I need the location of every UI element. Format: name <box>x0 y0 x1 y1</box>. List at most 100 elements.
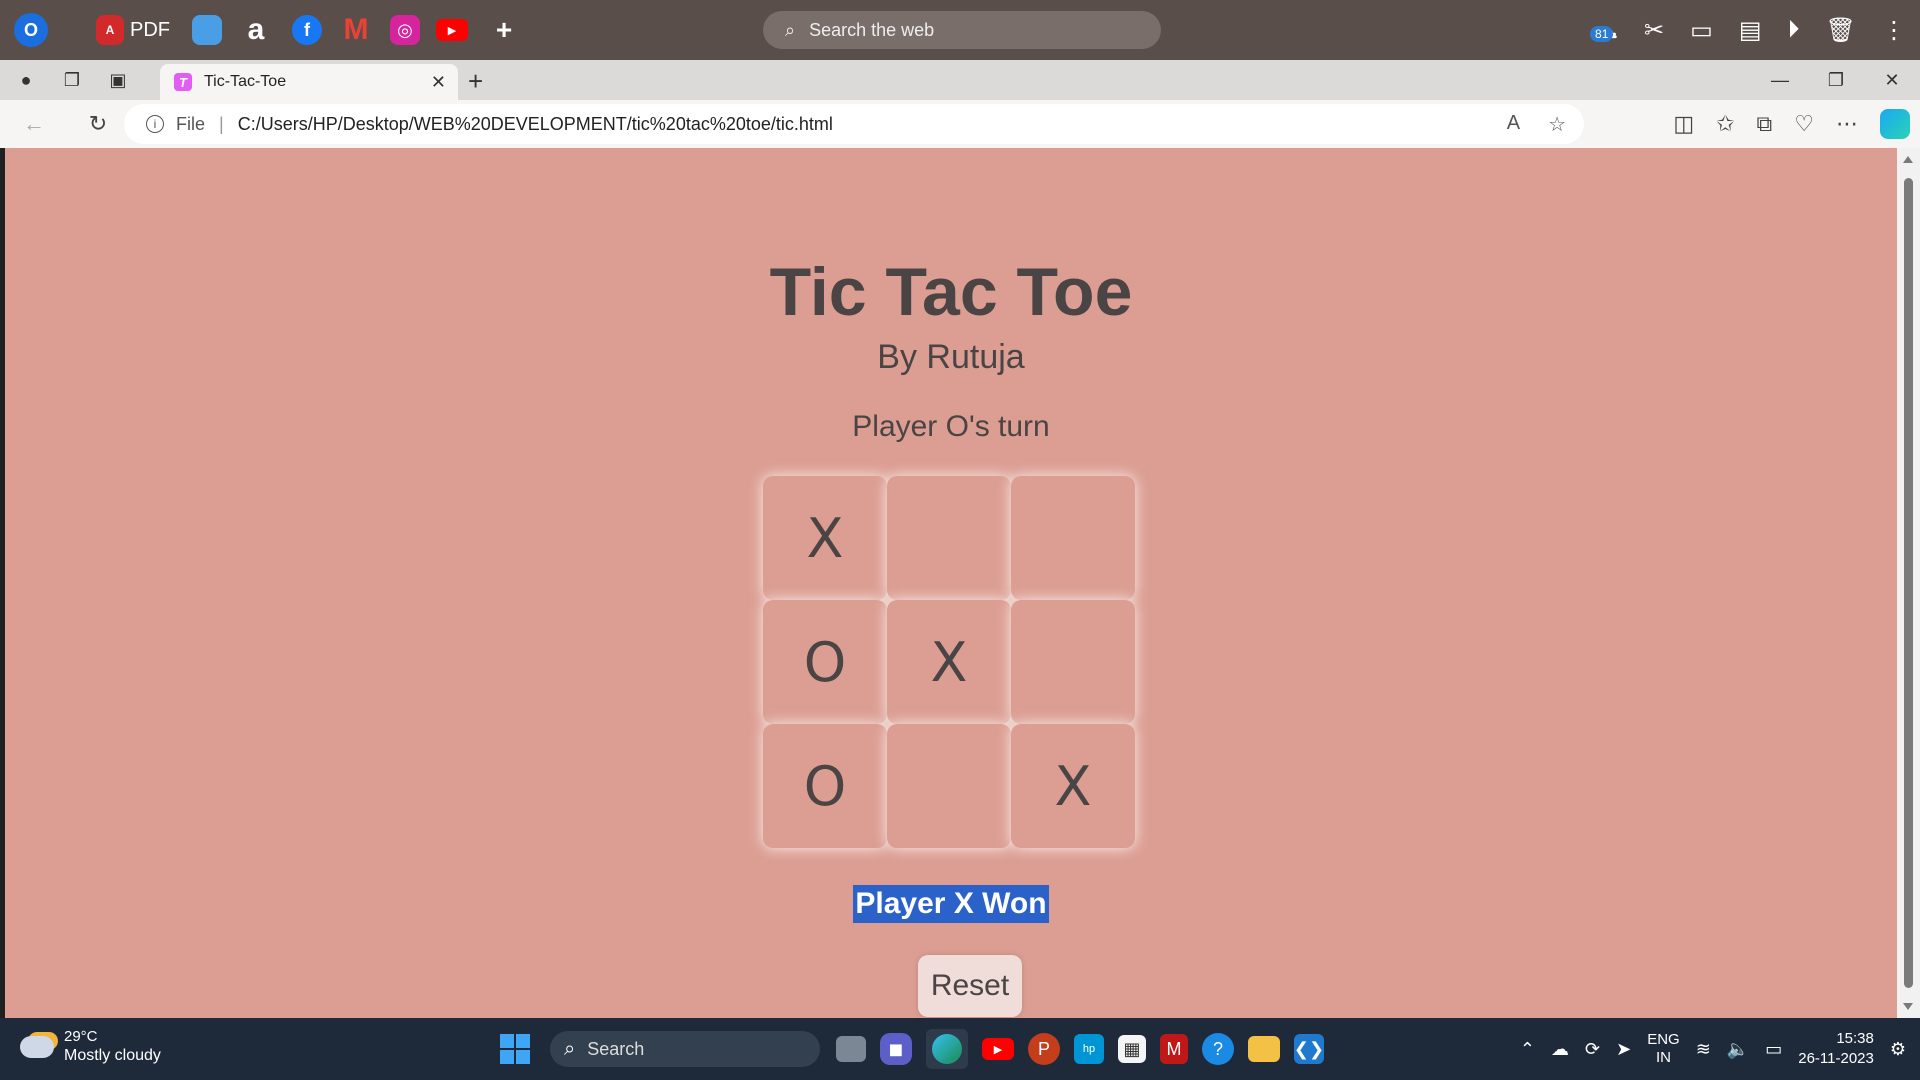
scroll-thumb[interactable] <box>1904 178 1913 988</box>
sync-icon[interactable]: ⟳ <box>1585 1039 1600 1060</box>
pdf-label[interactable]: PDF <box>130 19 170 42</box>
refresh-icon[interactable]: ↻ <box>78 104 118 144</box>
appbar-actions: ☁81 ✂ ▭ ▤ ⏵ 🗑 ⋮ <box>1590 0 1906 60</box>
microsoft-store-icon[interactable]: ▦ <box>1118 1035 1146 1063</box>
facebook-icon[interactable]: f <box>292 15 322 45</box>
turn-indicator: Player O's turn <box>852 410 1050 443</box>
pdf-icon[interactable]: A <box>96 15 124 45</box>
gmail-icon[interactable]: M <box>336 10 376 50</box>
weather-widget[interactable]: 29°C Mostly cloudy <box>20 1028 161 1066</box>
collections-add-icon[interactable]: ⧉ <box>1757 111 1773 137</box>
region-code: IN <box>1655 1049 1671 1066</box>
taskbar-search[interactable]: ⌕ Search <box>550 1031 820 1067</box>
board-cell-7[interactable]: O <box>763 724 887 848</box>
file-explorer-icon[interactable] <box>1248 1036 1280 1062</box>
favicon-icon: T <box>174 73 192 91</box>
system-tray: ⌃ ☁ ⟳ ➤ ENG IN ≋ 🔈 ▭ 15:38 26-11-2023 ⚙ <box>1520 1018 1906 1080</box>
close-window-icon[interactable]: ✕ <box>1864 60 1920 100</box>
powerpoint-icon[interactable]: P <box>1028 1033 1060 1065</box>
restore-icon[interactable]: ❐ <box>1808 60 1864 100</box>
notifications-icon[interactable]: ⚙ <box>1890 1039 1906 1060</box>
play-icon[interactable]: ⏵ <box>1788 16 1800 44</box>
url-separator: | <box>219 113 224 134</box>
cortana-icon[interactable]: O <box>14 13 48 47</box>
board-cell-5[interactable]: X <box>887 600 1011 724</box>
help-icon[interactable]: ? <box>1202 1033 1234 1065</box>
language-indicator[interactable]: ENG IN <box>1647 1031 1680 1067</box>
reset-button[interactable]: Reset <box>918 955 1022 1017</box>
board-cell-4[interactable]: O <box>763 600 887 724</box>
more-icon[interactable]: ⋮ <box>1882 16 1906 45</box>
clock[interactable]: 15:38 26-11-2023 <box>1798 1029 1874 1069</box>
page-viewport: Tic Tac Toe By Rutuja Player O's turn X … <box>5 148 1897 1018</box>
notification-badge: 81 <box>1590 25 1614 42</box>
web-search-placeholder: Search the web <box>809 19 935 40</box>
url-text[interactable]: C:/Users/HP/Desktop/WEB%20DEVELOPMENT/ti… <box>238 114 833 135</box>
widgets-icon[interactable] <box>192 15 222 45</box>
collections-icon[interactable]: ❐ <box>52 60 92 100</box>
board-cell-3[interactable] <box>1011 476 1135 600</box>
scroll-up-icon[interactable] <box>1903 156 1913 163</box>
instagram-icon[interactable]: ◎ <box>390 15 420 45</box>
onedrive-icon[interactable]: ☁ <box>1551 1039 1569 1060</box>
board-cell-8[interactable] <box>887 724 1011 848</box>
profile-icon[interactable]: ● <box>6 60 46 100</box>
scissors-icon[interactable]: ✂ <box>1644 16 1664 45</box>
vertical-scrollbar[interactable] <box>1897 148 1920 1018</box>
taskbar: 29°C Mostly cloudy ⌕ Search ◼ ▶ P hp ▦ M… <box>0 1018 1920 1080</box>
info-icon[interactable]: i <box>146 115 164 133</box>
tab-actions-icon[interactable]: ▣ <box>98 60 138 100</box>
game-board: X O X O X <box>763 476 1138 851</box>
volume-icon[interactable]: 🔈 <box>1727 1039 1749 1060</box>
video-camera-icon[interactable]: ▭ <box>1690 16 1713 45</box>
teams-chat-icon[interactable]: ◼ <box>880 1033 912 1065</box>
cloud-icon[interactable]: ☁81 <box>1590 16 1618 45</box>
back-icon[interactable]: ← <box>14 104 54 144</box>
clipboard-icon[interactable]: ▤ <box>1739 16 1762 45</box>
tab-tic-tac-toe[interactable]: T Tic-Tac-Toe ✕ <box>160 64 458 100</box>
mcafee-icon[interactable]: M <box>1160 1034 1188 1064</box>
start-icon[interactable] <box>500 1034 530 1064</box>
game-title: Tic Tac Toe <box>769 254 1133 330</box>
close-tab-icon[interactable]: ✕ <box>431 72 446 93</box>
game-subtitle: By Rutuja <box>877 338 1025 376</box>
weather-temperature: 29°C <box>64 1028 98 1045</box>
url-scheme-label: File <box>176 113 206 134</box>
minimize-icon[interactable]: — <box>1752 60 1808 100</box>
myhp-icon[interactable]: hp <box>1074 1034 1104 1064</box>
youtube-taskbar-icon[interactable]: ▶ <box>982 1038 1014 1060</box>
board-cell-1[interactable]: X <box>763 476 887 600</box>
youtube-icon[interactable]: ▶ <box>436 19 468 41</box>
board-cell-6[interactable] <box>1011 600 1135 724</box>
settings-more-icon[interactable]: ⋯ <box>1836 111 1858 137</box>
board-cell-2[interactable] <box>887 476 1011 600</box>
winner-message: Player X Won <box>853 885 1049 923</box>
url-actions: A ☆ <box>1507 112 1566 137</box>
browser-essentials-icon[interactable]: ♡ <box>1794 111 1814 137</box>
board-cell-9[interactable]: X <box>1011 724 1135 848</box>
taskbar-search-icon: ⌕ <box>564 1037 576 1060</box>
read-aloud-icon[interactable]: A <box>1507 112 1520 137</box>
wifi-icon[interactable]: ≋ <box>1696 1039 1711 1060</box>
add-icon[interactable]: + <box>484 10 524 50</box>
edge-icon[interactable] <box>926 1029 968 1069</box>
vscode-icon[interactable]: ❮❯ <box>1294 1034 1324 1064</box>
url-field[interactable]: i File | C:/Users/HP/Desktop/WEB%20DEVEL… <box>124 104 1584 144</box>
search-icon: ⌕ <box>785 19 796 40</box>
split-screen-icon[interactable]: ◫ <box>1673 111 1694 137</box>
favorites-icon[interactable]: ✩ <box>1716 111 1734 137</box>
favorite-star-icon[interactable]: ☆ <box>1548 112 1566 137</box>
location-icon[interactable]: ➤ <box>1616 1039 1631 1060</box>
new-tab-icon[interactable]: + <box>468 66 483 97</box>
scroll-down-icon[interactable] <box>1903 1003 1913 1010</box>
top-app-bar: O A PDF a f M ◎ ▶ + ⌕ Search the web ☁81… <box>0 0 1920 60</box>
trash-icon[interactable]: 🗑 <box>1826 16 1856 45</box>
clock-date: 26-11-2023 <box>1798 1050 1874 1067</box>
amazon-icon[interactable]: a <box>236 10 276 50</box>
task-view-icon[interactable] <box>836 1036 866 1062</box>
web-search-box[interactable]: ⌕ Search the web <box>763 11 1161 49</box>
clock-time: 15:38 <box>1836 1030 1874 1047</box>
copilot-icon[interactable] <box>1880 109 1910 139</box>
battery-icon[interactable]: ▭ <box>1765 1039 1782 1060</box>
show-hidden-icons-icon[interactable]: ⌃ <box>1520 1039 1535 1060</box>
